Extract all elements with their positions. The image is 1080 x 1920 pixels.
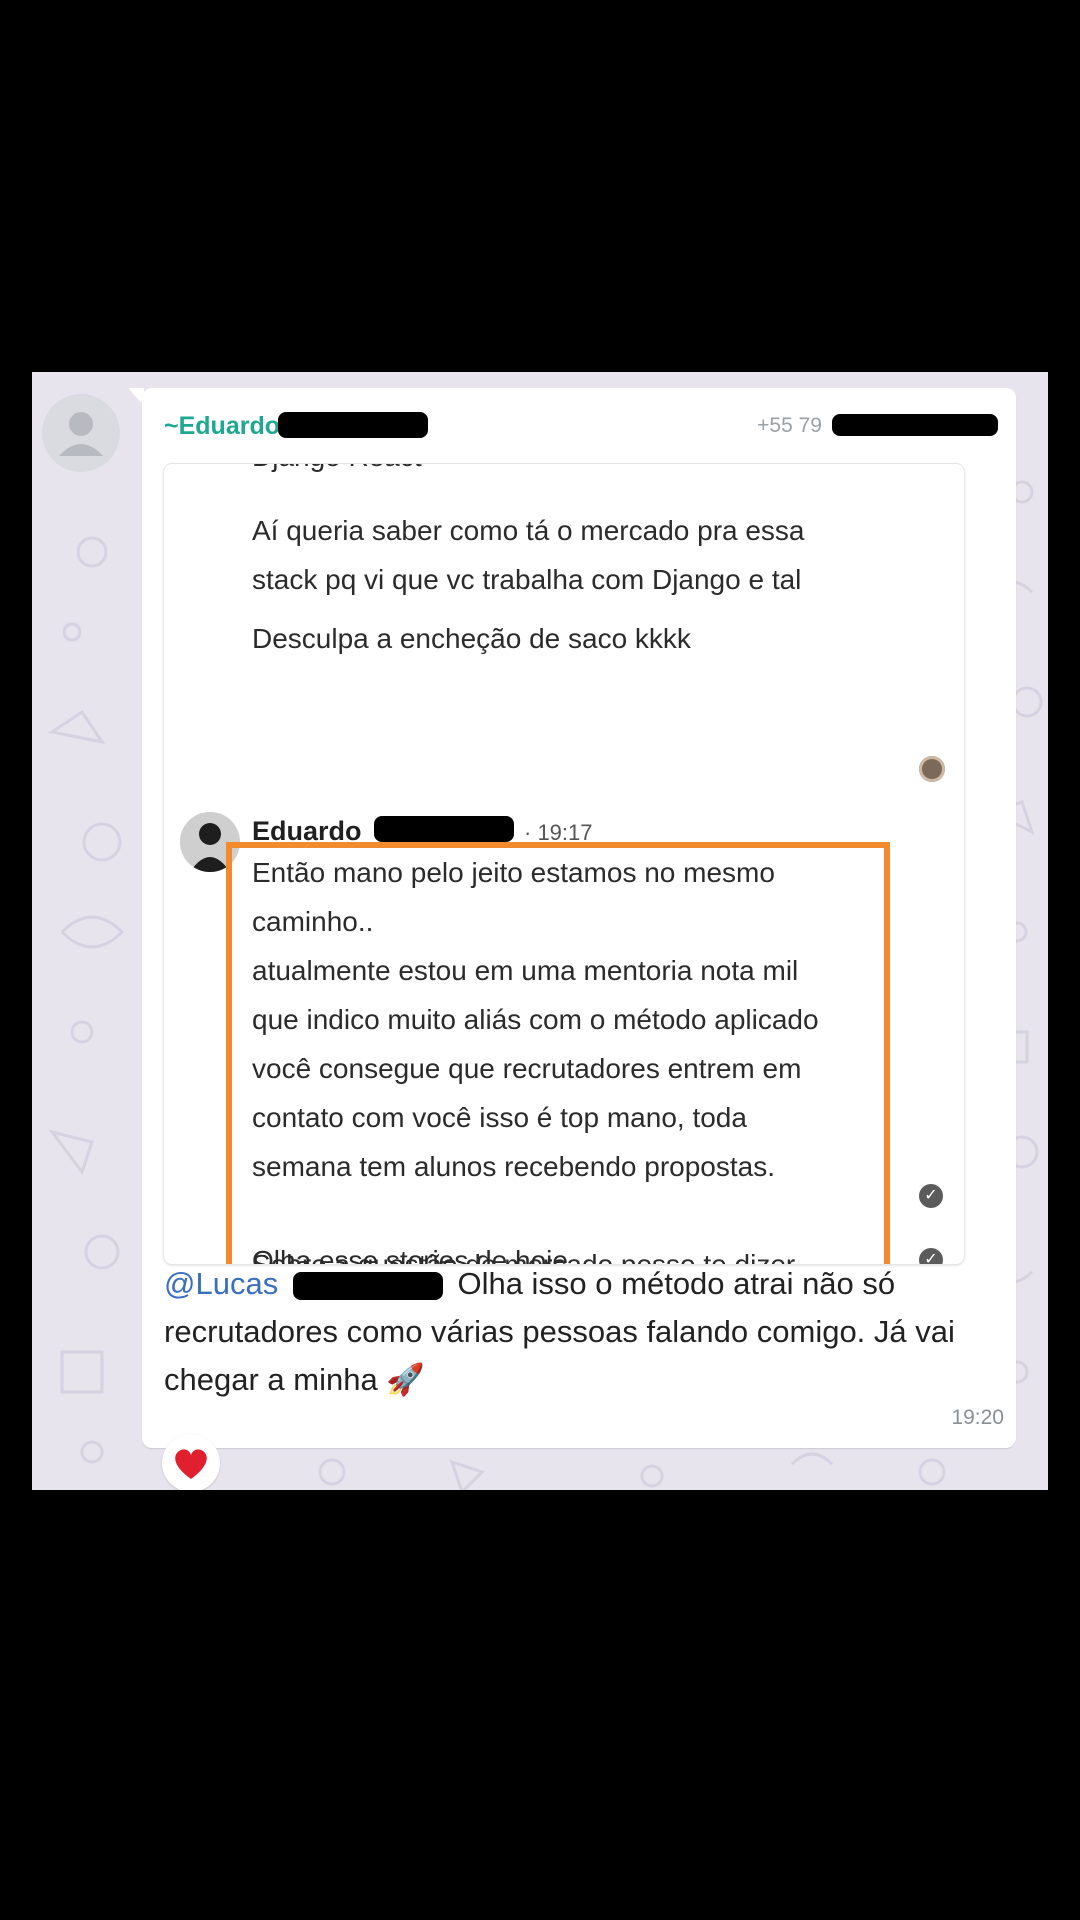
heart-icon: [175, 1449, 207, 1479]
redacted-phone: [832, 414, 998, 436]
read-avatar: [919, 756, 945, 782]
quoted-screenshot[interactable]: Django React Aí queria saber como tá o m…: [164, 464, 964, 1264]
quoted-line-1: Aí queria saber como tá o mercado pra es…: [252, 515, 805, 546]
cut-line: Django React: [252, 464, 422, 481]
highlight-box: [226, 842, 890, 1264]
reaction-badge[interactable]: [162, 1434, 220, 1490]
message-text: @Lucas Olha isso o método atrai não só r…: [164, 1260, 984, 1404]
quoted-apology: Desculpa a encheção de saco kkkk: [252, 623, 691, 654]
redacted-mention-surname: [292, 1271, 443, 1300]
redacted-author-surname: [374, 816, 514, 842]
chat-panel: ~Eduardo +55 79 Django React Aí queria s…: [32, 372, 1048, 1490]
message-time: 19:20: [951, 1406, 1004, 1429]
message-body: Olha isso o método atrai não só recrutad…: [164, 1266, 955, 1397]
mention-link[interactable]: @Lucas: [164, 1266, 278, 1301]
sender-name[interactable]: ~Eduardo: [164, 412, 280, 441]
quoted-line-2: stack pq vi que vc trabalha com Django e…: [252, 564, 802, 595]
redacted-surname: [278, 412, 428, 438]
rocket-icon: 🚀: [386, 1362, 425, 1397]
sender-avatar[interactable]: [42, 394, 120, 472]
check-icon: ✓: [919, 1184, 943, 1208]
sender-phone: +55 79: [757, 414, 822, 437]
